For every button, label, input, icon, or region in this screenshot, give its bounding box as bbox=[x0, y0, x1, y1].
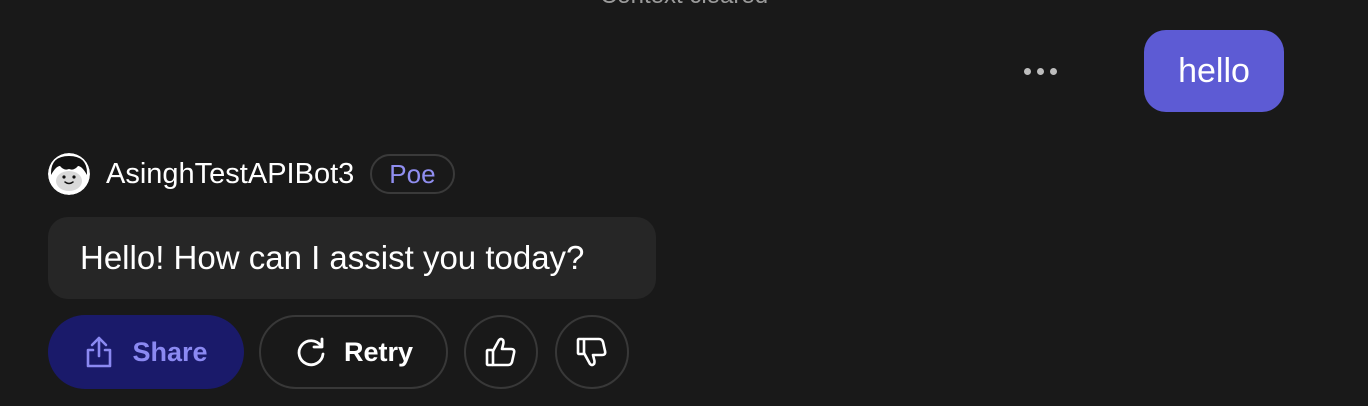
bot-avatar-icon[interactable] bbox=[48, 153, 90, 195]
poe-badge: Poe bbox=[370, 154, 455, 194]
thumbs-down-icon bbox=[575, 335, 609, 369]
chat-window: Context cleared hello AsinghTestAPIBot3 … bbox=[0, 0, 1368, 406]
user-message-bubble: hello bbox=[1144, 30, 1284, 112]
bot-name[interactable]: AsinghTestAPIBot3 bbox=[106, 158, 354, 191]
share-button[interactable]: Share bbox=[48, 315, 244, 389]
thumbs-down-button[interactable] bbox=[555, 315, 629, 389]
dot bbox=[1049, 67, 1057, 75]
dot bbox=[1036, 67, 1044, 75]
share-icon bbox=[84, 335, 114, 369]
retry-label: Retry bbox=[343, 336, 414, 367]
dot bbox=[1023, 67, 1031, 75]
bot-header: AsinghTestAPIBot3 Poe bbox=[48, 153, 455, 195]
retry-icon bbox=[294, 335, 328, 369]
thumbs-up-icon bbox=[484, 335, 518, 369]
retry-button[interactable]: Retry bbox=[259, 315, 448, 389]
context-cleared-divider: Context cleared bbox=[0, 0, 1368, 8]
share-label: Share bbox=[132, 336, 208, 367]
more-options-icon[interactable] bbox=[1017, 63, 1063, 79]
thumbs-up-button[interactable] bbox=[464, 315, 538, 389]
bot-message-bubble: Hello! How can I assist you today? bbox=[48, 217, 656, 299]
